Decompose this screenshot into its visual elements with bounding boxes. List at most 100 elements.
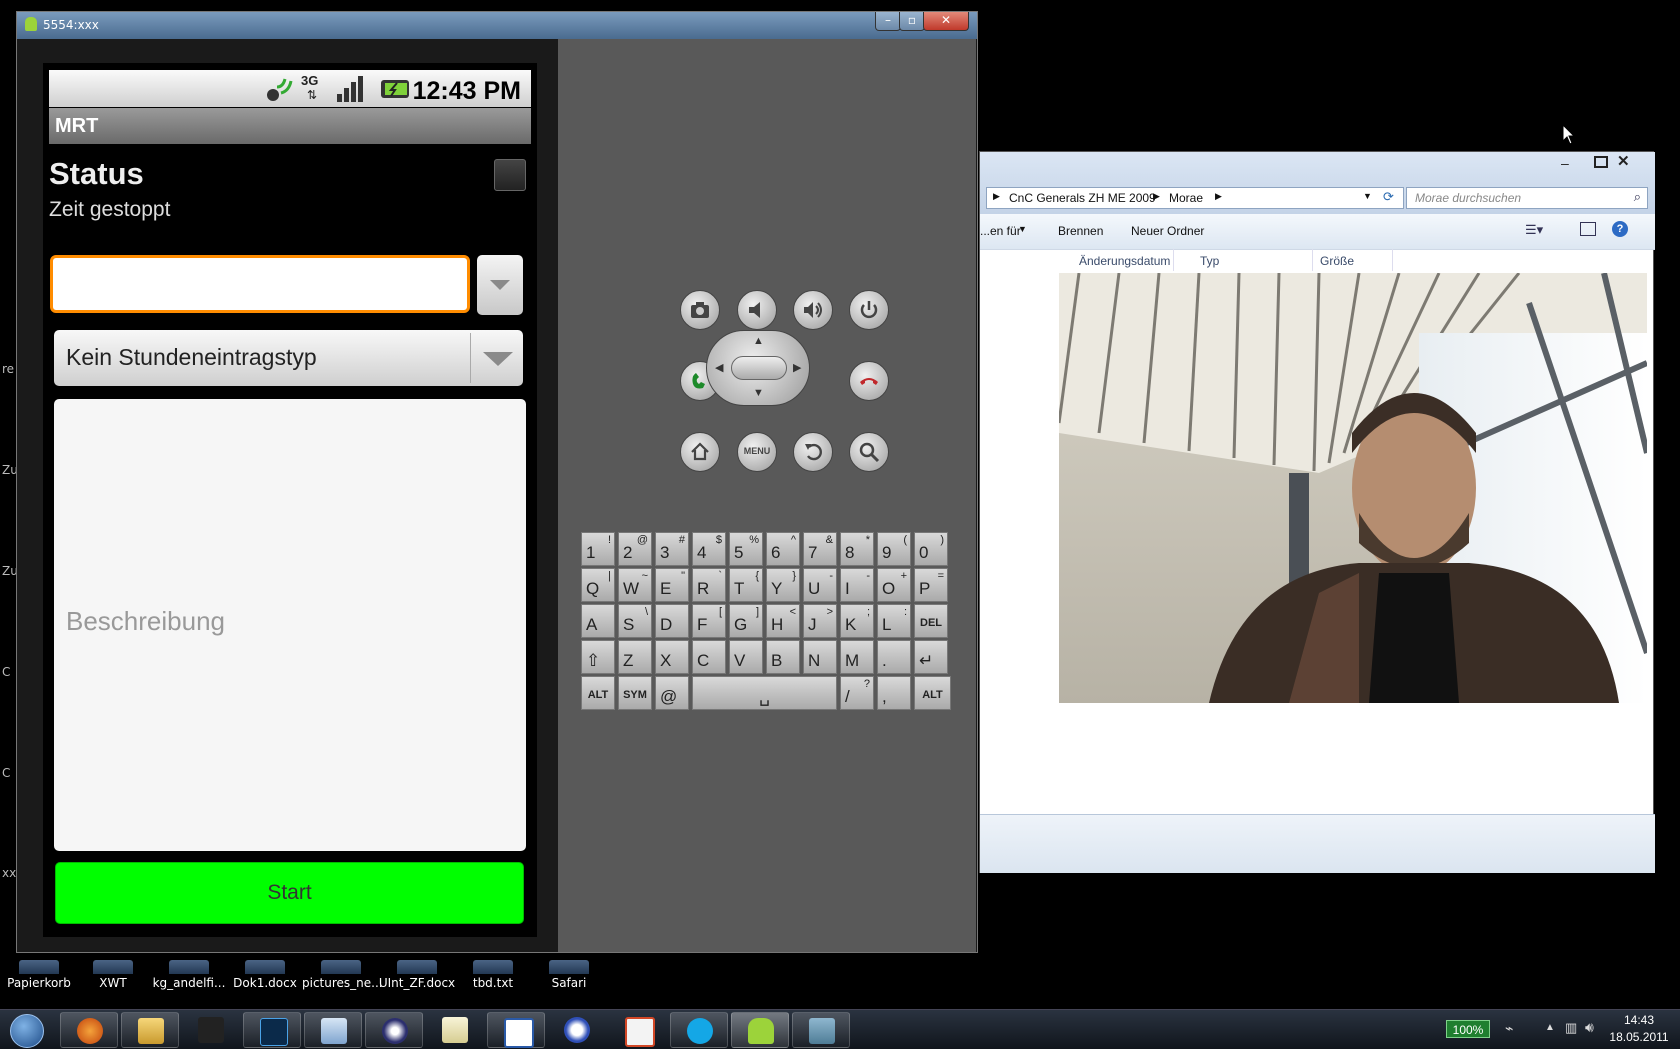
- key-0-1[interactable]: 2 @: [618, 532, 652, 566]
- preview-pane-icon[interactable]: [1580, 222, 1596, 236]
- key-3-5[interactable]: B: [766, 640, 800, 674]
- taskbar-firefox[interactable]: [60, 1012, 118, 1048]
- key-0-8[interactable]: 9(: [877, 532, 911, 566]
- history-dropdown-icon[interactable]: ▼: [1363, 191, 1372, 201]
- dpad-left-icon[interactable]: ◀: [715, 361, 723, 374]
- taskbar-app[interactable]: [548, 1012, 606, 1048]
- view-options-icon[interactable]: ☰▾: [1525, 222, 1543, 238]
- maximize-button[interactable]: [1591, 153, 1609, 168]
- desktop-icon-recycle-bin[interactable]: Papierkorb: [0, 960, 78, 990]
- battery-indicator[interactable]: 100%: [1446, 1020, 1490, 1038]
- key-3-9[interactable]: ↵: [914, 640, 948, 674]
- desktop-icon-tbd[interactable]: tbd.txt: [454, 960, 532, 990]
- taskbar-explorer[interactable]: [121, 1012, 179, 1048]
- key-1-7[interactable]: I-: [840, 568, 874, 602]
- key-2-8[interactable]: L:: [877, 604, 911, 638]
- show-hidden-icons[interactable]: ▲: [1545, 1022, 1555, 1033]
- key-3-4[interactable]: V: [729, 640, 763, 674]
- taskbar-notepad[interactable]: [426, 1012, 484, 1048]
- dpad[interactable]: ▲ ▼ ◀ ▶: [706, 330, 810, 406]
- menu-button[interactable]: MENU: [737, 432, 777, 472]
- column-divider[interactable]: [1392, 249, 1393, 271]
- key-1-6[interactable]: U-: [803, 568, 837, 602]
- key-2-4[interactable]: G]: [729, 604, 763, 638]
- taskbar-word[interactable]: [487, 1012, 545, 1048]
- close-button[interactable]: ✕: [923, 12, 969, 31]
- key-3-2[interactable]: X: [655, 640, 689, 674]
- key-1-9[interactable]: P =: [914, 568, 948, 602]
- desktop-icon-uint[interactable]: UInt_ZF.docx: [378, 960, 456, 990]
- help-icon[interactable]: ?: [1612, 221, 1628, 237]
- key-0-2[interactable]: 3 #: [655, 532, 689, 566]
- taskbar-virtualbox[interactable]: [304, 1012, 362, 1048]
- key-0-9[interactable]: 0): [914, 532, 948, 566]
- back-button[interactable]: [793, 432, 833, 472]
- description-textarea[interactable]: Beschreibung: [54, 399, 526, 851]
- maximize-button[interactable]: ▫: [899, 12, 925, 31]
- desktop-icon-pictures[interactable]: pictures_ne...: [302, 960, 383, 990]
- key-2-6[interactable]: J >: [803, 604, 837, 638]
- column-divider[interactable]: [1173, 249, 1174, 271]
- key-1-4[interactable]: T{: [729, 568, 763, 602]
- column-date-modified[interactable]: Änderungsdatum: [1079, 254, 1170, 268]
- project-text-field[interactable]: [50, 255, 470, 313]
- key-1-3[interactable]: R `: [692, 568, 726, 602]
- column-divider[interactable]: [1312, 249, 1313, 271]
- taskbar-lukeh[interactable]: [182, 1012, 240, 1048]
- key-bottom-at[interactable]: @: [655, 676, 689, 710]
- key-3-3[interactable]: C: [692, 640, 726, 674]
- key-bottom-sym[interactable]: SYM: [618, 676, 652, 710]
- taskbar-date[interactable]: 18.05.2011: [1602, 1030, 1676, 1044]
- key-1-8[interactable]: O +: [877, 568, 911, 602]
- key-3-0[interactable]: ⇧: [581, 640, 615, 674]
- taskbar-eclipse[interactable]: [365, 1012, 423, 1048]
- key-3-8[interactable]: .: [877, 640, 911, 674]
- key-2-7[interactable]: K;: [840, 604, 874, 638]
- key-3-7[interactable]: M: [840, 640, 874, 674]
- address-bar[interactable]: ▶ CnC Generals ZH ME 2009 ▶ Morae ▶ ▼ ⟳: [986, 187, 1404, 209]
- taskbar-time[interactable]: 14:43: [1612, 1013, 1666, 1027]
- home-button[interactable]: [680, 432, 720, 472]
- camera-button[interactable]: [680, 290, 720, 330]
- breadcrumb-item[interactable]: Morae: [1169, 191, 1203, 205]
- entry-type-spinner[interactable]: Kein Stundeneintragstyp: [54, 330, 523, 386]
- minimize-button[interactable]: –: [1561, 155, 1585, 171]
- key-0-3[interactable]: 4 $: [692, 532, 726, 566]
- dpad-down-icon[interactable]: ▼: [753, 387, 764, 399]
- key-bottom-slash[interactable]: /?: [840, 676, 874, 710]
- key-2-5[interactable]: H <: [766, 604, 800, 638]
- taskbar-photoshop[interactable]: [243, 1012, 301, 1048]
- key-1-5[interactable]: Y}: [766, 568, 800, 602]
- minimize-button[interactable]: –: [875, 12, 901, 31]
- key-bottom-comma[interactable]: ,: [877, 676, 911, 710]
- start-button[interactable]: Start: [55, 862, 524, 924]
- desktop-icon-kg[interactable]: kg_andelfi...: [150, 960, 228, 990]
- search-input[interactable]: Morae durchsuchen ⌕: [1406, 187, 1648, 209]
- key-3-1[interactable]: Z: [618, 640, 652, 674]
- start-button[interactable]: [4, 1011, 48, 1049]
- key-0-0[interactable]: 1!: [581, 532, 615, 566]
- new-folder-button[interactable]: Neuer Ordner: [1131, 224, 1204, 238]
- search-icon[interactable]: ⌕: [1634, 189, 1641, 205]
- dpad-right-icon[interactable]: ▶: [793, 361, 801, 374]
- key-0-6[interactable]: 7 &: [803, 532, 837, 566]
- power-plug-icon[interactable]: ⌁: [1505, 1020, 1513, 1037]
- key-1-0[interactable]: Q |: [581, 568, 615, 602]
- key-0-4[interactable]: 5%: [729, 532, 763, 566]
- key-2-9[interactable]: DEL: [914, 604, 948, 638]
- desktop-icon-dok1[interactable]: Dok1.docx: [226, 960, 304, 990]
- share-menu[interactable]: ...en für: [980, 224, 1021, 238]
- key-0-7[interactable]: 8 *: [840, 532, 874, 566]
- key-2-0[interactable]: A: [581, 604, 615, 638]
- column-size[interactable]: Größe: [1320, 254, 1354, 268]
- taskbar-morae[interactable]: [792, 1012, 850, 1048]
- key-3-6[interactable]: N: [803, 640, 837, 674]
- key-2-3[interactable]: F[: [692, 604, 726, 638]
- network-icon[interactable]: ▥: [1565, 1020, 1577, 1036]
- desktop-icon-xwt[interactable]: XWT: [74, 960, 152, 990]
- taskbar-skype[interactable]: [670, 1012, 728, 1048]
- key-1-1[interactable]: W ~: [618, 568, 652, 602]
- volume-up-button[interactable]: [793, 290, 833, 330]
- key-0-5[interactable]: 6 ^: [766, 532, 800, 566]
- key-bottom-alt[interactable]: ALT: [581, 676, 615, 710]
